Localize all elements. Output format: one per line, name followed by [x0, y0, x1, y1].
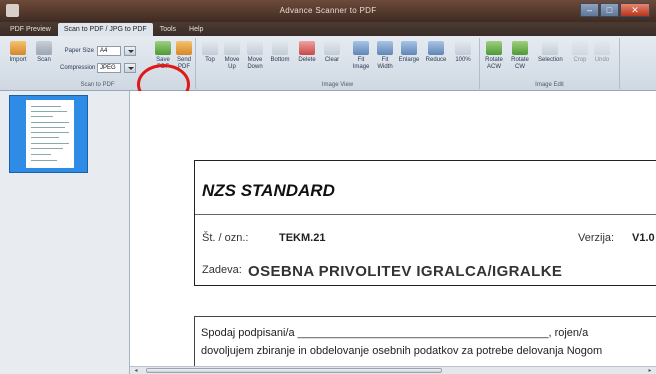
scrollbar-thumb[interactable]: [146, 368, 442, 373]
zoom-out-icon: [428, 41, 444, 55]
horizontal-scrollbar[interactable]: ◂ ▸: [130, 366, 656, 374]
send-pdf-icon: [176, 41, 192, 55]
tab-pdf-preview[interactable]: PDF Preview: [4, 23, 57, 36]
standard-title: NZS STANDARD: [202, 181, 335, 200]
body-line-2: dovoljujem zbiranje in obdelovanje osebn…: [201, 345, 603, 357]
header-divider: [195, 214, 656, 215]
reference-label: Št. / ozn.:: [202, 232, 249, 244]
move-down-button[interactable]: Move Down: [243, 41, 267, 71]
thumbnail-page-preview: [26, 100, 74, 168]
compression-label: Compression: [60, 65, 96, 71]
scanner-icon: [36, 41, 52, 55]
selection-icon: [542, 41, 558, 55]
top-button[interactable]: Top: [198, 41, 222, 64]
move-up-button[interactable]: Move Up: [220, 41, 244, 71]
rotate-left-icon: [486, 41, 502, 55]
tab-tools[interactable]: Tools: [154, 23, 182, 36]
delete-icon: [299, 41, 315, 55]
save-pdf-icon: [155, 41, 171, 55]
rotate-right-icon: [512, 41, 528, 55]
arrow-bottom-icon: [272, 41, 288, 55]
tab-help[interactable]: Help: [183, 23, 209, 36]
image-view-group: Top Move Up Move Down Bottom Delete Clea…: [196, 38, 480, 89]
ribbon-tabs: PDF Preview Scan to PDF / JPG to PDF Too…: [0, 22, 656, 36]
delete-button[interactable]: Delete: [295, 41, 319, 64]
import-button[interactable]: Import: [6, 41, 30, 64]
undo-icon: [594, 41, 610, 55]
arrow-up-icon: [224, 41, 240, 55]
subject-value: OSEBNA PRIVOLITEV IGRALCA/IGRALKE: [248, 263, 563, 280]
reduce-button[interactable]: Reduce: [424, 41, 448, 64]
maximize-button[interactable]: □: [600, 3, 619, 17]
rotate-cw-button[interactable]: Rotate CW: [508, 41, 532, 71]
scroll-right-icon[interactable]: ▸: [646, 368, 654, 374]
selection-button[interactable]: Selection: [538, 41, 563, 64]
image-view-caption: Image View: [321, 82, 354, 88]
fit-image-button[interactable]: Fit Image: [349, 41, 373, 71]
window-controls: – □ ✕: [580, 3, 650, 17]
scan-button[interactable]: Scan: [32, 41, 56, 64]
paper-size-label: Paper Size: [64, 48, 94, 54]
document-body-box: Spodaj podpisani/a _____________________…: [194, 316, 656, 366]
import-icon: [10, 41, 26, 55]
crop-button[interactable]: Crop: [568, 41, 592, 64]
thumbnail-panel: [0, 91, 130, 374]
document-viewer[interactable]: NZS STANDARD Št. / ozn.: TEKM.21 Verzija…: [130, 91, 656, 366]
fit-width-icon: [377, 41, 393, 55]
window-title: Advance Scanner to PDF: [279, 6, 377, 15]
reference-value: TEKM.21: [279, 232, 326, 244]
version-value: V1.0: [632, 232, 655, 244]
enlarge-button[interactable]: Enlarge: [397, 41, 421, 64]
version-label: Verzija:: [578, 232, 615, 244]
minimize-button[interactable]: –: [580, 3, 599, 17]
image-edit-group: Rotate ACW Rotate CW Selection Crop Undo…: [480, 38, 620, 89]
scroll-left-icon[interactable]: ◂: [132, 368, 140, 374]
paper-size-row: Paper Size A4: [60, 46, 136, 56]
fit-image-icon: [353, 41, 369, 55]
page-icon: [455, 41, 471, 55]
crop-icon: [572, 41, 588, 55]
body-line-1: Spodaj podpisani/a _____________________…: [201, 327, 589, 339]
compression-select[interactable]: JPEG: [97, 63, 121, 73]
rotate-acw-button[interactable]: Rotate ACW: [482, 41, 506, 71]
fit-width-button[interactable]: Fit Width: [373, 41, 397, 71]
subject-label: Zadeva:: [202, 264, 242, 276]
image-edit-caption: Image Edit: [535, 82, 564, 88]
title-bar: Advance Scanner to PDF – □ ✕: [0, 0, 656, 22]
arrow-top-icon: [202, 41, 218, 55]
arrow-down-icon: [247, 41, 263, 55]
bottom-button[interactable]: Bottom: [268, 41, 292, 64]
ribbon: Import Scan Paper Size A4 Compression JP…: [0, 36, 656, 105]
tab-scan-to-pdf[interactable]: Scan to PDF / JPG to PDF: [57, 23, 153, 36]
paper-size-dropdown-icon[interactable]: [124, 46, 136, 56]
page-thumbnail[interactable]: [9, 95, 88, 173]
compression-row: Compression JPEG: [60, 63, 136, 73]
undo-button[interactable]: Undo: [590, 41, 614, 64]
close-button[interactable]: ✕: [620, 3, 650, 17]
zoom-in-icon: [401, 41, 417, 55]
clear-button[interactable]: Clear: [320, 41, 344, 64]
eraser-icon: [324, 41, 340, 55]
zoom-100-button[interactable]: 100%: [451, 41, 475, 64]
compression-dropdown-icon[interactable]: [124, 63, 136, 73]
paper-size-select[interactable]: A4: [97, 46, 121, 56]
